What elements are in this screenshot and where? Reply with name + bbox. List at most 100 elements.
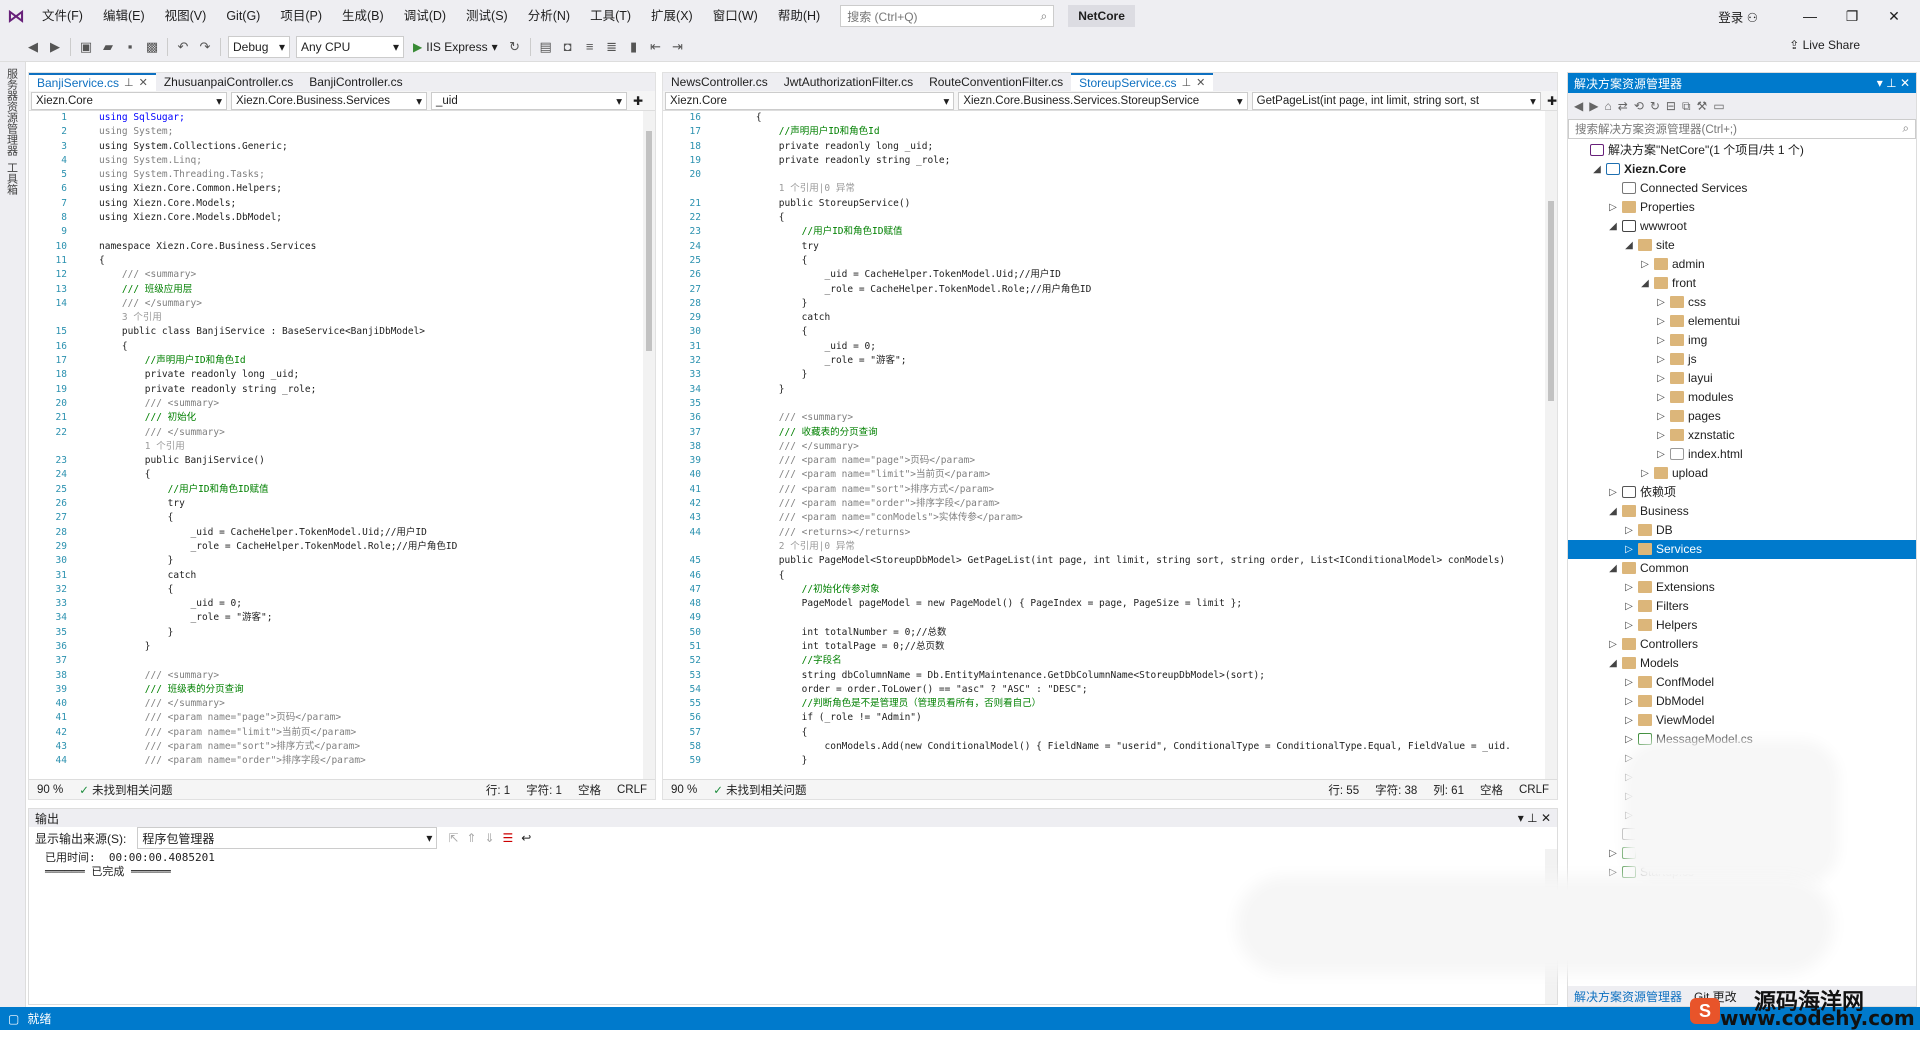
code-line[interactable]: 23 //用户ID和角色ID赋值: [663, 225, 1557, 239]
tree-item[interactable]: ▷ admin: [1568, 255, 1916, 274]
collapsed-arrow-icon[interactable]: ▷: [1624, 806, 1634, 825]
collapsed-arrow-icon[interactable]: ▷: [1624, 787, 1634, 806]
code-line[interactable]: 29 catch: [663, 311, 1557, 325]
menu-item[interactable]: 测试(S): [456, 0, 518, 32]
spaces-indicator[interactable]: 空格: [1472, 782, 1511, 798]
editor-tab[interactable]: RouteConventionFilter.cs: [921, 73, 1071, 91]
code-line[interactable]: 17 //声明用户ID和角色Id: [29, 354, 655, 368]
code-line[interactable]: 3 using System.Collections.Generic;: [29, 140, 655, 154]
tree-item[interactable]: ▷ MessageModel.cs: [1568, 730, 1916, 749]
menu-item[interactable]: 视图(V): [155, 0, 217, 32]
code-line[interactable]: 30 }: [29, 554, 655, 568]
output-source-select[interactable]: 程序包管理器 ▾: [137, 827, 438, 849]
code-line[interactable]: 45 public PageModel<StoreupDbModel> GetP…: [663, 554, 1557, 568]
tree-item[interactable]: ◢ Business: [1568, 502, 1916, 521]
code-line[interactable]: 22 /// </summary>: [29, 426, 655, 440]
toolbox-tab[interactable]: 工具箱: [6, 162, 20, 195]
code-line[interactable]: 42 /// <param name="limit">当前页</param>: [29, 726, 655, 740]
type-select[interactable]: Xiezn.Core.Business.Services.StoreupServ…: [958, 91, 1248, 110]
login-link[interactable]: 登录 ⚇: [1718, 7, 1758, 26]
collapsed-arrow-icon[interactable]: ▷: [1608, 635, 1618, 654]
code-line[interactable]: 54 order = order.ToLower() == "asc" ? "A…: [663, 683, 1557, 697]
member-select[interactable]: GetPageList(int page, int limit, string …: [1251, 91, 1541, 110]
code-line[interactable]: 53 string dbColumnName = Db.EntityMainte…: [663, 669, 1557, 683]
code-line[interactable]: 2 个引用|0 异常: [663, 540, 1557, 554]
screenshot-icon[interactable]: ◘: [557, 36, 579, 58]
menu-item[interactable]: 扩展(X): [641, 0, 703, 32]
code-line[interactable]: 47 //初始化传参对象: [663, 583, 1557, 597]
code-line[interactable]: 19 private readonly string _role;: [29, 383, 655, 397]
code-line[interactable]: 27 {: [29, 511, 655, 525]
code-line[interactable]: 18 private readonly long _uid;: [663, 140, 1557, 154]
tree-item[interactable]: ▷ upload: [1568, 464, 1916, 483]
code-line[interactable]: 34 _role = "游客";: [29, 611, 655, 625]
close-window-button[interactable]: ✕: [1874, 4, 1914, 28]
code-line[interactable]: 14 /// </summary>: [29, 297, 655, 311]
comment-icon[interactable]: ≣: [601, 36, 623, 58]
code-line[interactable]: 37 /// 收藏表的分页查询: [663, 426, 1557, 440]
collapsed-arrow-icon[interactable]: ▷: [1624, 768, 1634, 787]
code-line[interactable]: 26 _uid = CacheHelper.TokenModel.Uid;//用…: [663, 268, 1557, 282]
code-line[interactable]: 28 _uid = CacheHelper.TokenModel.Uid;//用…: [29, 526, 655, 540]
code-line[interactable]: 51 int totalPage = 0;//总页数: [663, 640, 1557, 654]
code-line[interactable]: 56 if (_role != "Admin"): [663, 711, 1557, 725]
tree-item[interactable]: ▷ DB: [1568, 521, 1916, 540]
tree-item[interactable]: 解决方案"NetCore"(1 个项目/共 1 个): [1568, 141, 1916, 160]
collapsed-arrow-icon[interactable]: ▷: [1656, 388, 1666, 407]
code-line[interactable]: 43 /// <param name="conModels">实体传参</par…: [663, 511, 1557, 525]
collapsed-arrow-icon[interactable]: ▷: [1640, 255, 1650, 274]
configuration-select[interactable]: Debug ▾: [228, 35, 290, 58]
tree-item[interactable]: ▷ elementui: [1568, 312, 1916, 331]
code-line[interactable]: 50 int totalNumber = 0;//总数: [663, 626, 1557, 640]
pin-icon[interactable]: ⊥: [1527, 811, 1537, 825]
issues-indicator[interactable]: ✓ 未找到相关问题: [71, 782, 180, 798]
code-line[interactable]: 52 //字段名: [663, 654, 1557, 668]
tree-item[interactable]: ▷ Filters: [1568, 597, 1916, 616]
collapsed-arrow-icon[interactable]: ▷: [1624, 730, 1634, 749]
scroll-thumb[interactable]: [1548, 201, 1554, 401]
code-line[interactable]: 55 //判断角色是不是管理员（管理员看所有，否则看自己）: [663, 697, 1557, 711]
tree-item[interactable]: ▷ ConfModel: [1568, 673, 1916, 692]
code-line[interactable]: 38 /// <summary>: [29, 669, 655, 683]
solution-search-input[interactable]: 搜索解决方案资源管理器(Ctrl+;) ⌕: [1568, 119, 1916, 139]
code-line[interactable]: 20: [663, 168, 1557, 182]
expanded-arrow-icon[interactable]: ◢: [1640, 274, 1650, 293]
code-line[interactable]: 15 public class BanjiService : BaseServi…: [29, 325, 655, 339]
code-line[interactable]: 41 /// <param name="sort">排序方式</param>: [663, 483, 1557, 497]
menu-item[interactable]: 文件(F): [32, 0, 93, 32]
collapsed-arrow-icon[interactable]: ▷: [1656, 312, 1666, 331]
chevron-down-icon[interactable]: ▾: [1518, 811, 1524, 825]
code-line[interactable]: 26 try: [29, 497, 655, 511]
code-line[interactable]: 17 //声明用户ID和角色Id: [663, 125, 1557, 139]
collapsed-arrow-icon[interactable]: ▷: [1624, 597, 1634, 616]
back-icon[interactable]: ◀: [22, 36, 44, 58]
code-line[interactable]: 16 {: [663, 111, 1557, 125]
bookmark-next-icon[interactable]: ⇥: [667, 36, 689, 58]
menu-item[interactable]: 分析(N): [518, 0, 580, 32]
collapsed-arrow-icon[interactable]: ▷: [1656, 426, 1666, 445]
new-project-icon[interactable]: ▣: [75, 36, 97, 58]
tree-item[interactable]: ▷ img: [1568, 331, 1916, 350]
code-line[interactable]: 10 namespace Xiezn.Core.Business.Services: [29, 240, 655, 254]
switch-views-icon[interactable]: ⇄: [1618, 99, 1628, 113]
code-line[interactable]: 1 using SqlSugar;: [29, 111, 655, 125]
code-line[interactable]: 38 /// </summary>: [663, 440, 1557, 454]
collapsed-arrow-icon[interactable]: ▷: [1608, 198, 1618, 217]
editor-tab[interactable]: BanjiService.cs ⊥ ✕: [29, 73, 156, 91]
code-line[interactable]: 31 catch: [29, 569, 655, 583]
code-line[interactable]: 19 private readonly string _role;: [663, 154, 1557, 168]
code-line[interactable]: 27 _role = CacheHelper.TokenModel.Role;/…: [663, 283, 1557, 297]
collapsed-arrow-icon[interactable]: ▷: [1656, 350, 1666, 369]
expanded-arrow-icon[interactable]: ◢: [1592, 160, 1602, 179]
menu-item[interactable]: 工具(T): [580, 0, 641, 32]
spaces-indicator[interactable]: 空格: [570, 782, 609, 798]
code-line[interactable]: 7 using Xiezn.Core.Models;: [29, 197, 655, 211]
tree-item[interactable]: ▷ ViewModel: [1568, 711, 1916, 730]
bookmark-prev-icon[interactable]: ⇤: [645, 36, 667, 58]
tree-item[interactable]: ▷ 依赖项: [1568, 483, 1916, 502]
tree-item[interactable]: ▷ Properties: [1568, 198, 1916, 217]
expanded-arrow-icon[interactable]: ◢: [1608, 654, 1618, 673]
platform-select[interactable]: Any CPU ▾: [296, 35, 404, 58]
browser-icon[interactable]: ▤: [535, 36, 557, 58]
menu-item[interactable]: 调试(D): [394, 0, 456, 32]
